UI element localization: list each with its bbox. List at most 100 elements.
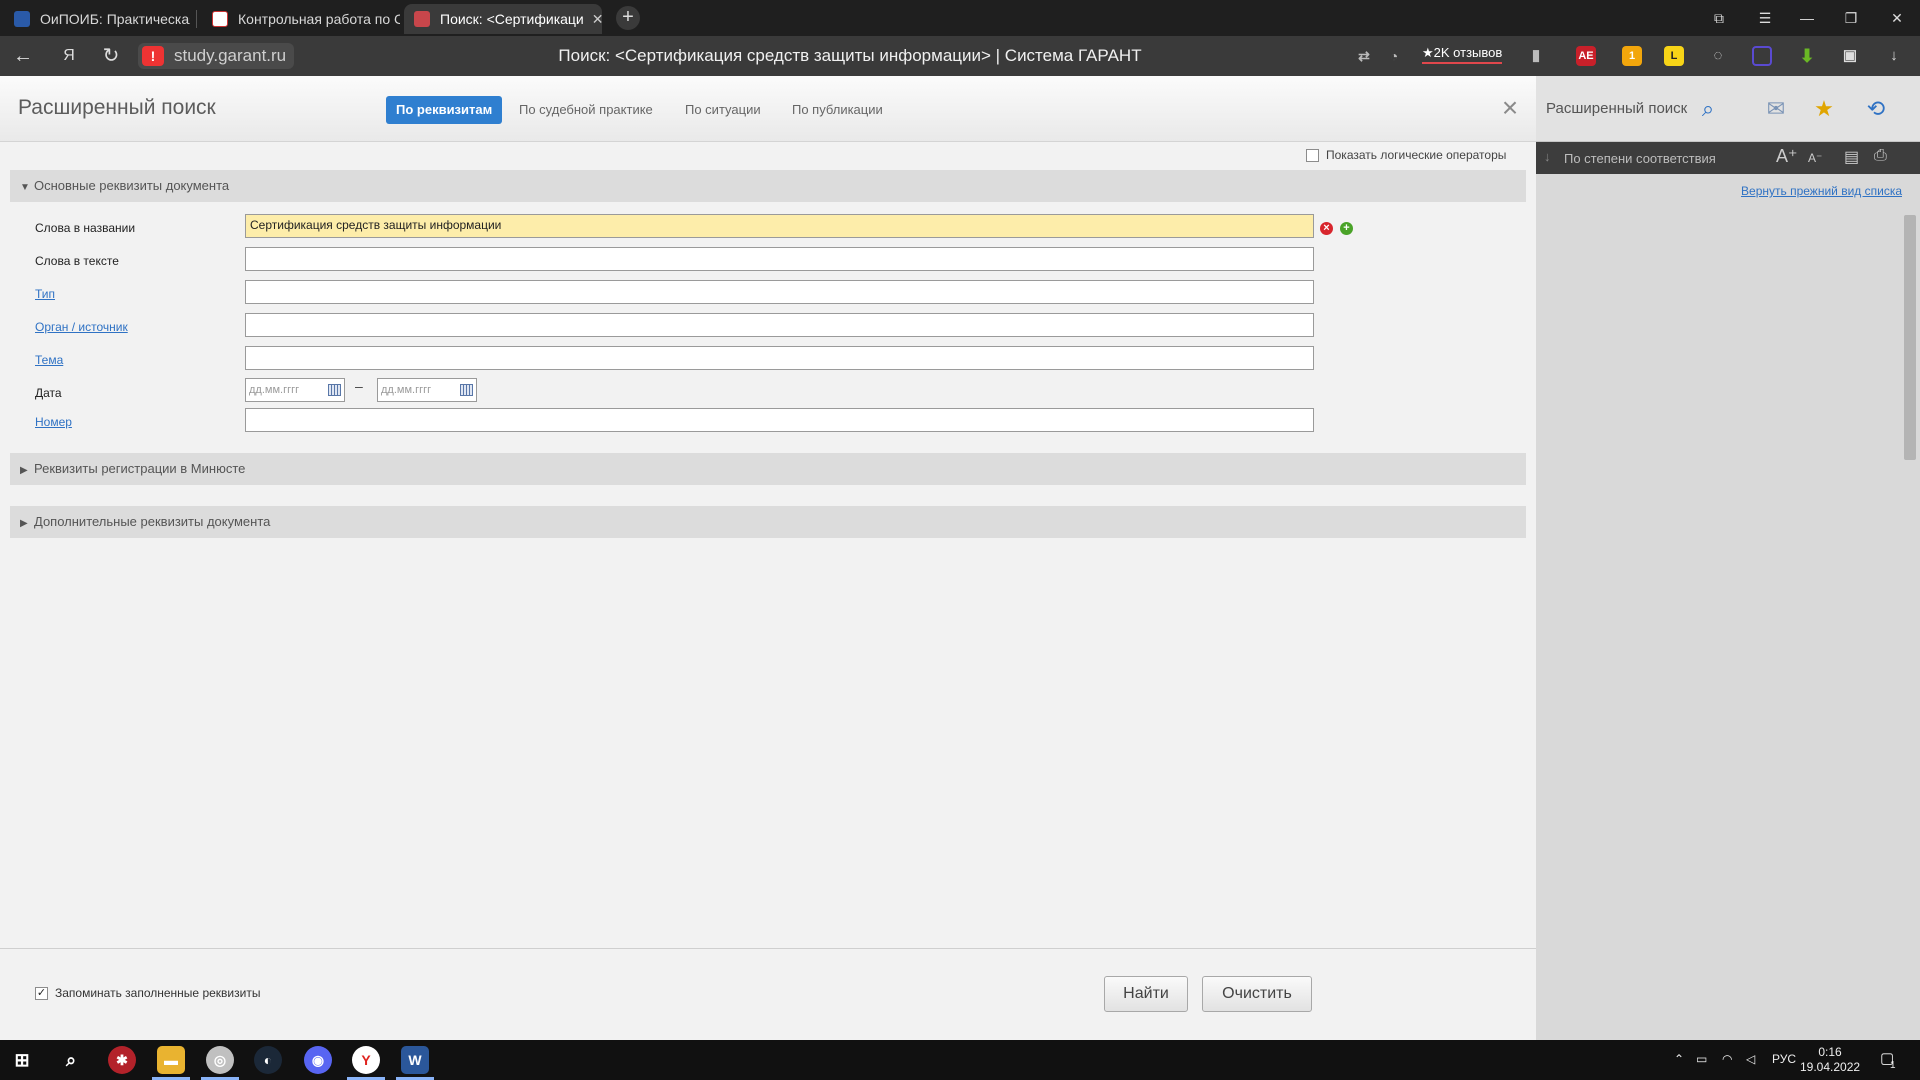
sort-selector[interactable]: По степени соответствия — [1564, 151, 1716, 166]
topic-link[interactable]: Тема — [35, 353, 63, 367]
search-header: Расширенный поиск По реквизитам По судеб… — [0, 76, 1536, 142]
new-tab-button[interactable]: + — [616, 6, 640, 30]
clear-button[interactable]: Очистить — [1202, 976, 1312, 1012]
calendar-icon[interactable] — [328, 384, 341, 396]
logic-ops-label: Показать логические операторы — [1326, 148, 1507, 162]
downloads-icon[interactable]: ↓ — [1884, 46, 1904, 66]
tab-by-publication[interactable]: По публикации — [782, 96, 893, 124]
notification-count: 1 — [1890, 1060, 1896, 1071]
ae-extension-icon[interactable]: AE — [1576, 46, 1596, 66]
show-logic-ops-toggle[interactable]: Показать логические операторы — [1306, 148, 1506, 162]
tab-court-practice[interactable]: По судебной практике — [509, 96, 663, 124]
restore-button[interactable]: ❐ — [1834, 6, 1868, 30]
windows-taskbar: ⊞ ⌕ ✱ ▬ ◎ ◐ ◉ Y W ⌃ ▭ ◠ ◁ РУС 0:16 19.04… — [0, 1040, 1920, 1080]
box-extension-icon[interactable] — [1752, 46, 1772, 66]
browser-menu-icon[interactable]: ☰ — [1748, 6, 1782, 30]
tab-by-situation[interactable]: По ситуации — [675, 96, 771, 124]
advanced-search-panel: Расширенный поиск По реквизитам По судеб… — [0, 76, 1536, 1040]
section-label: Дополнительные реквизиты документа — [34, 514, 271, 529]
save-icon[interactable]: ▤ — [1844, 147, 1859, 167]
game-app-icon[interactable]: ◎ — [206, 1046, 234, 1074]
bookmark-icon[interactable]: ▮ — [1526, 46, 1546, 66]
tab-collections-icon[interactable]: ⧉ — [1702, 6, 1736, 30]
restore-list-view-link[interactable]: Вернуть прежний вид списка — [1741, 184, 1902, 198]
clear-field-icon[interactable]: × — [1320, 222, 1333, 235]
lightbulb-icon[interactable]: ◌ — [1708, 46, 1728, 66]
garant-favicon-icon — [414, 11, 430, 27]
close-search-icon[interactable]: × — [1498, 94, 1522, 122]
word-icon[interactable]: W — [401, 1046, 429, 1074]
tab-close-icon[interactable]: ✕ — [592, 11, 602, 28]
find-button[interactable]: Найти — [1104, 976, 1188, 1012]
search-list-icon[interactable]: ⌕ — [1694, 96, 1722, 122]
contacts-icon[interactable]: ✉ — [1762, 96, 1790, 122]
font-decrease-icon[interactable]: A⁻ — [1808, 151, 1822, 165]
windows-start-icon[interactable]: ⊞ — [8, 1046, 36, 1074]
download-arrow-icon[interactable]: ⬇ — [1797, 46, 1817, 66]
expanded-triangle-icon: ▼ — [20, 182, 30, 193]
side-panel-title[interactable]: Расширенный поиск — [1546, 100, 1687, 117]
date-to-input[interactable]: дд.мм.гггг — [377, 378, 477, 402]
date-from-input[interactable]: дд.мм.гггг — [245, 378, 345, 402]
tab-by-requisites[interactable]: По реквизитам — [386, 96, 503, 124]
tab-control-work[interactable]: Контрольная работа по С — [202, 4, 400, 34]
number-link[interactable]: Номер — [35, 415, 72, 429]
results-toolbar: ↓ По степени соответствия A⁺ A⁻ ▤ ⎙ — [1536, 142, 1920, 174]
pdf-document-icon — [212, 11, 228, 27]
topic-input[interactable] — [245, 346, 1314, 370]
yandex-browser-icon[interactable]: Y — [352, 1046, 380, 1074]
battery-icon[interactable]: ▭ — [1696, 1052, 1707, 1066]
section-minjust-registration[interactable]: ▶ Реквизиты регистрации в Минюсте — [10, 453, 1526, 485]
print-icon[interactable]: ⎙ — [1874, 147, 1887, 165]
font-increase-icon[interactable]: A⁺ — [1776, 146, 1798, 167]
file-explorer-icon[interactable]: ▬ — [157, 1046, 185, 1074]
kb-extension-icon[interactable]: 1 — [1622, 46, 1642, 66]
date-placeholder: дд.мм.гггг — [249, 384, 300, 396]
organ-source-input[interactable] — [245, 313, 1314, 337]
site-favicon-icon — [14, 11, 30, 27]
star-icon[interactable]: ★ — [1810, 96, 1838, 122]
section-basic-requisites[interactable]: ▼ Основные реквизиты документа — [10, 170, 1526, 202]
tab-oipoib[interactable]: ОиПОИБ: Практическая р — [4, 4, 190, 34]
language-indicator[interactable]: РУС — [1772, 1052, 1796, 1066]
discord-icon[interactable]: ◉ — [304, 1046, 332, 1074]
close-window-button[interactable]: ✕ — [1880, 6, 1914, 30]
number-input[interactable] — [245, 408, 1314, 432]
title-words-label: Слова в названии — [35, 221, 136, 235]
browser-tab-strip: ОиПОИБ: Практическая р Контрольная работ… — [0, 0, 1920, 36]
results-side-panel: Расширенный поиск ⌕ ✉ ★ ⟲ ↓ По степени с… — [1536, 76, 1920, 1040]
antivirus-icon[interactable]: ✱ — [108, 1046, 136, 1074]
l-extension-icon[interactable]: L — [1664, 46, 1684, 66]
volume-icon[interactable]: ◁ — [1746, 1052, 1755, 1066]
title-words-input[interactable]: Сертификация средств защиты информации — [245, 214, 1314, 238]
steam-icon[interactable]: ◐ — [254, 1046, 282, 1074]
translate-icon[interactable]: ⇄ — [1354, 46, 1374, 66]
tab-label: Контрольная работа по С — [238, 11, 400, 27]
adblock-counter-icon[interactable]: ◔ — [1384, 46, 1404, 66]
collapsed-triangle-icon: ▶ — [20, 465, 28, 476]
remember-checkbox[interactable]: ✓ — [35, 986, 48, 1000]
search-icon[interactable]: ⌕ — [57, 1046, 85, 1074]
calendar-icon[interactable] — [460, 384, 473, 396]
tray-chevron-icon[interactable]: ⌃ — [1674, 1052, 1684, 1066]
sort-arrow-icon[interactable]: ↓ — [1544, 149, 1551, 164]
text-words-input[interactable] — [245, 247, 1314, 271]
date-placeholder: дд.мм.гггг — [381, 384, 432, 396]
type-input[interactable] — [245, 280, 1314, 304]
tab-garant-search[interactable]: Поиск: <Сертификаци ✕ — [404, 4, 602, 34]
section-extra-requisites[interactable]: ▶ Дополнительные реквизиты документа — [10, 506, 1526, 538]
wifi-icon[interactable]: ◠ — [1722, 1052, 1732, 1066]
history-icon[interactable]: ⟲ — [1862, 96, 1890, 122]
organ-source-link[interactable]: Орган / источник — [35, 320, 128, 334]
scrollbar-thumb[interactable] — [1904, 215, 1916, 460]
tab-separator — [196, 10, 197, 28]
system-clock[interactable]: 0:16 19.04.2022 — [1800, 1045, 1860, 1075]
sidebar-panel-icon[interactable]: ▣ — [1840, 46, 1860, 66]
type-link[interactable]: Тип — [35, 287, 55, 301]
remember-requisites-toggle[interactable]: ✓ Запоминать заполненные реквизиты — [35, 986, 260, 1000]
logic-ops-checkbox[interactable] — [1306, 148, 1319, 162]
add-field-icon[interactable]: + — [1340, 222, 1353, 235]
tab-label: Поиск: <Сертификаци — [440, 11, 584, 27]
minimize-button[interactable]: — — [1790, 6, 1824, 30]
reviews-badge[interactable]: ★2K отзывов — [1422, 45, 1503, 64]
